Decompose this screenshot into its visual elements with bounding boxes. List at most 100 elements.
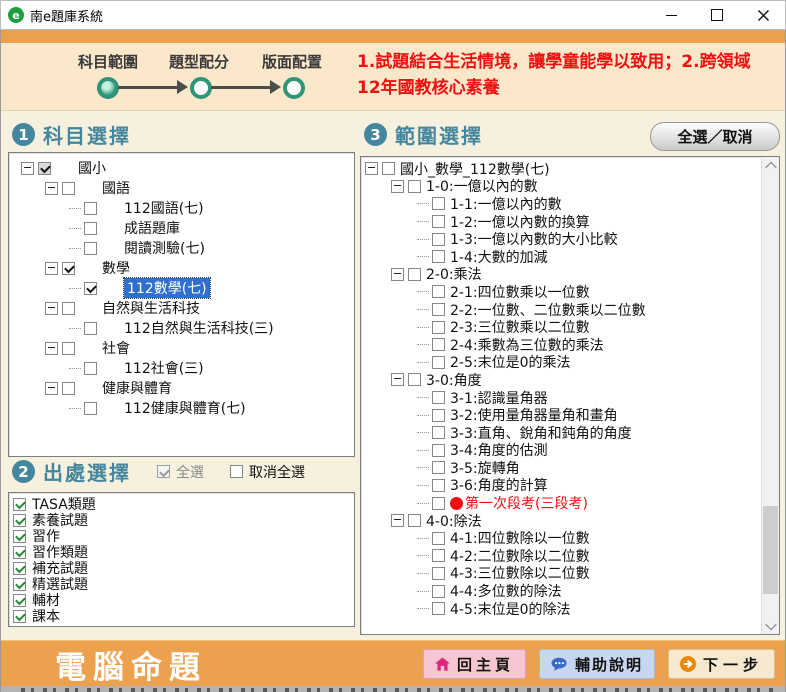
checkbox[interactable] <box>432 479 445 492</box>
tree-item[interactable]: 112國語(七) <box>9 198 354 218</box>
tree-item[interactable]: 4-0:除法 <box>361 512 762 530</box>
checkbox[interactable] <box>382 162 395 175</box>
checkbox[interactable] <box>408 514 421 527</box>
checkbox[interactable] <box>408 180 421 193</box>
tree-item[interactable]: 112自然與生活科技(三) <box>9 318 354 338</box>
checkbox[interactable] <box>13 530 26 543</box>
tree-item[interactable]: 第一次段考(三段考) <box>361 494 762 512</box>
tree-item-label[interactable]: 112自然與生活科技(三) <box>124 318 274 338</box>
tree-item[interactable]: 國小 <box>9 158 354 178</box>
checkbox[interactable] <box>13 562 26 575</box>
tree-item[interactable]: 1-2:一億以內數的換算 <box>361 213 762 231</box>
checkbox[interactable] <box>84 402 97 415</box>
list-item[interactable]: 輔材 <box>9 592 354 608</box>
checkbox[interactable] <box>432 532 445 545</box>
checkbox[interactable] <box>432 549 445 562</box>
checkbox[interactable] <box>432 426 445 439</box>
tree-item[interactable]: 社會 <box>9 338 354 358</box>
deselect-all-option[interactable]: 取消全選 <box>230 462 305 482</box>
tree-item-label[interactable]: 社會 <box>102 338 130 358</box>
expander-minus-icon[interactable] <box>45 302 58 315</box>
tree-item[interactable]: 112健康與體育(七) <box>9 398 354 418</box>
tree-item[interactable]: 健康與體育 <box>9 378 354 398</box>
checkbox[interactable] <box>432 303 445 316</box>
select-all-checkbox[interactable] <box>157 465 170 478</box>
checkbox[interactable] <box>84 242 97 255</box>
checkbox[interactable] <box>62 302 75 315</box>
tree-item-label[interactable]: 112健康與體育(七) <box>124 398 246 418</box>
scroll-up-button[interactable] <box>762 157 779 174</box>
checkbox[interactable] <box>432 233 445 246</box>
checkbox[interactable] <box>38 162 51 175</box>
tree-item[interactable]: 112數學(七) <box>9 278 354 298</box>
tree-item[interactable]: 1-4:大數的加減 <box>361 248 762 266</box>
tree-item[interactable]: 2-5:末位是0的乘法 <box>361 354 762 372</box>
tree-item-label[interactable]: 國小 <box>78 158 106 178</box>
checkbox[interactable] <box>13 498 26 511</box>
tree-item[interactable]: 成語題庫 <box>9 218 354 238</box>
expander-minus-icon[interactable] <box>365 162 378 175</box>
tree-item[interactable]: 國語 <box>9 178 354 198</box>
tree-item[interactable]: 自然與生活科技 <box>9 298 354 318</box>
tree-item-label[interactable]: 第一次段考(三段考) <box>465 493 588 513</box>
expander-minus-icon[interactable] <box>391 514 404 527</box>
checkbox[interactable] <box>62 182 75 195</box>
expander-minus-icon[interactable] <box>45 342 58 355</box>
help-button[interactable]: 輔助說明 <box>539 649 655 679</box>
deselect-all-checkbox[interactable] <box>230 465 243 478</box>
tree-item[interactable]: 3-6:角度的計算 <box>361 477 762 495</box>
tree-item-label[interactable]: 112國語(七) <box>124 198 204 218</box>
tree-item[interactable]: 2-4:乘數為三位數的乘法 <box>361 336 762 354</box>
checkbox[interactable] <box>432 215 445 228</box>
checkbox[interactable] <box>62 342 75 355</box>
checkbox[interactable] <box>408 268 421 281</box>
tree-item[interactable]: 112社會(三) <box>9 358 354 378</box>
checkbox[interactable] <box>13 594 26 607</box>
checkbox[interactable] <box>432 444 445 457</box>
checkbox[interactable] <box>408 373 421 386</box>
tree-item-label[interactable]: 健康與體育 <box>102 378 172 398</box>
tree-item[interactable]: 3-4:角度的估測 <box>361 442 762 460</box>
checkbox[interactable] <box>432 461 445 474</box>
list-item[interactable]: 課本 <box>9 608 354 624</box>
checkbox[interactable] <box>84 202 97 215</box>
tree-item-label[interactable]: 閱讀測驗(七) <box>124 238 205 258</box>
tree-item[interactable]: 4-4:多位數的除法 <box>361 582 762 600</box>
checkbox[interactable] <box>432 356 445 369</box>
tree-item[interactable]: 3-5:旋轉角 <box>361 459 762 477</box>
tree-item-label[interactable]: 112數學(七) <box>124 278 210 298</box>
checkbox[interactable] <box>432 250 445 263</box>
tree-item[interactable]: 3-1:認識量角器 <box>361 389 762 407</box>
checkbox[interactable] <box>432 497 445 510</box>
checkbox[interactable] <box>62 382 75 395</box>
maximize-button[interactable] <box>694 0 740 30</box>
tree-item-label[interactable]: 112社會(三) <box>124 358 204 378</box>
checkbox[interactable] <box>84 222 97 235</box>
tree-item[interactable]: 2-1:四位數乘以一位數 <box>361 283 762 301</box>
checkbox[interactable] <box>84 322 97 335</box>
checkbox[interactable] <box>84 282 97 295</box>
checkbox[interactable] <box>432 338 445 351</box>
home-button[interactable]: 回主頁 <box>423 649 526 679</box>
tree-item[interactable]: 4-2:二位數除以二位數 <box>361 547 762 565</box>
tree-item[interactable]: 2-3:三位數乘以二位數 <box>361 318 762 336</box>
expander-minus-icon[interactable] <box>45 262 58 275</box>
tree-item[interactable]: 閱讀測驗(七) <box>9 238 354 258</box>
checkbox[interactable] <box>432 391 445 404</box>
checkbox[interactable] <box>84 362 97 375</box>
select-all-toggle-button[interactable]: 全選／取消 <box>650 122 780 151</box>
minimize-button[interactable] <box>648 0 694 30</box>
expander-minus-icon[interactable] <box>45 182 58 195</box>
tree-item-label[interactable]: 國語 <box>102 178 130 198</box>
scrollbar-thumb[interactable] <box>763 506 778 594</box>
tree-item-label[interactable]: 4-5:末位是0的除法 <box>450 599 571 619</box>
checkbox[interactable] <box>13 514 26 527</box>
tree-item-label[interactable]: 自然與生活科技 <box>102 298 200 318</box>
tree-item-label[interactable]: 數學 <box>102 258 130 278</box>
expander-minus-icon[interactable] <box>21 162 34 175</box>
tree-item[interactable]: 國小_數學_112數學(七) <box>361 160 762 178</box>
expander-minus-icon[interactable] <box>45 382 58 395</box>
checkbox[interactable] <box>432 585 445 598</box>
list-item[interactable]: 素養試題 <box>9 512 354 528</box>
tree-item[interactable]: 4-5:末位是0的除法 <box>361 600 762 618</box>
